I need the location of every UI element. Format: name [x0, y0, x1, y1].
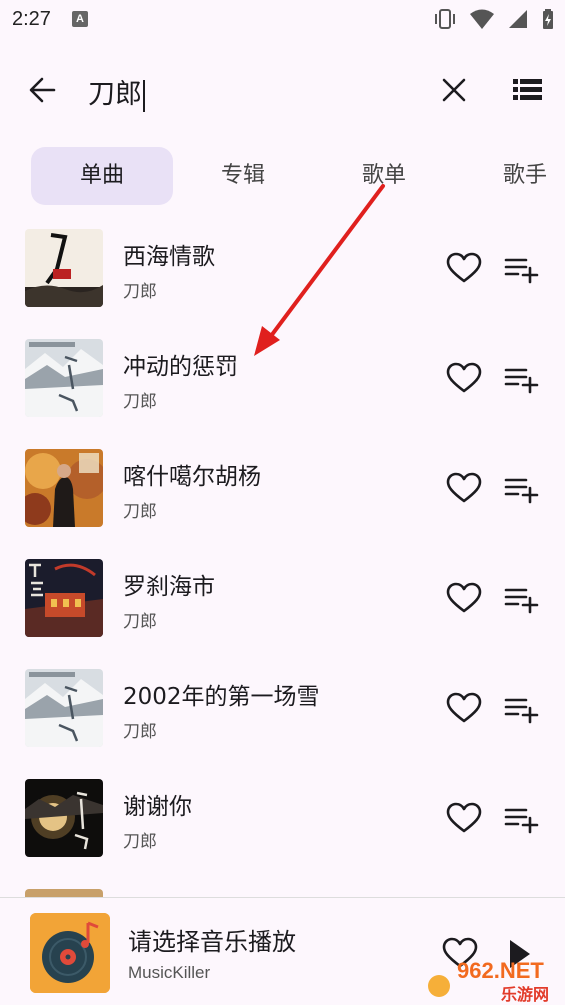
clear-button[interactable]	[432, 68, 476, 112]
add-to-playlist-button[interactable]	[500, 467, 544, 511]
playlist-add-icon	[504, 368, 539, 394]
watermark-logo: 962.NET 乐游网	[425, 950, 565, 1004]
album-cover	[25, 559, 103, 637]
playlist-add-icon	[504, 258, 539, 284]
album-cover	[25, 229, 103, 307]
tab-albums[interactable]: 专辑	[183, 147, 303, 205]
search-query: 刀郎	[88, 79, 142, 110]
favorite-button[interactable]	[442, 797, 486, 841]
arrow-left-icon	[29, 77, 56, 103]
playlist-add-icon	[504, 808, 539, 834]
song-title: 谢谢你	[123, 794, 192, 820]
vibrate-icon	[433, 8, 457, 30]
album-cover	[25, 339, 103, 417]
song-artist: 刀郎	[123, 612, 157, 632]
close-icon	[442, 78, 466, 102]
status-time: 2:27	[12, 8, 51, 30]
song-artist: 刀郎	[123, 722, 157, 742]
heart-icon	[446, 362, 482, 393]
tab-songs[interactable]: 单曲	[31, 147, 173, 205]
notification-icon: A	[72, 11, 88, 27]
player-cover-art	[30, 913, 110, 993]
album-cover	[25, 889, 103, 897]
heart-icon	[446, 802, 482, 833]
battery-icon	[541, 8, 555, 30]
watermark-line1: 962.NET	[457, 958, 544, 983]
list-view-button[interactable]	[506, 68, 550, 112]
player-subtitle: MusicKiller	[128, 963, 211, 982]
status-icons	[433, 8, 555, 30]
song-item-partial[interactable]	[0, 889, 565, 897]
wifi-icon	[469, 8, 495, 30]
song-title: 2002年的第一场雪	[123, 684, 320, 710]
song-item[interactable]: 罗刹海市 刀郎	[0, 559, 565, 669]
add-to-playlist-button[interactable]	[500, 687, 544, 731]
song-artist: 刀郎	[123, 392, 157, 412]
album-cover	[25, 669, 103, 747]
song-item[interactable]: 冲动的惩罚 刀郎	[0, 339, 565, 449]
playlist-add-icon	[504, 478, 539, 504]
player-title: 请选择音乐播放	[128, 928, 296, 956]
song-item[interactable]: 谢谢你 刀郎	[0, 779, 565, 889]
add-to-playlist-button[interactable]	[500, 797, 544, 841]
search-input[interactable]: 刀郎	[88, 72, 145, 112]
tab-playlists[interactable]: 歌单	[324, 147, 444, 205]
song-item[interactable]: 西海情歌 刀郎	[0, 229, 565, 339]
add-to-playlist-button[interactable]	[500, 247, 544, 291]
favorite-button[interactable]	[442, 357, 486, 401]
search-bar: 刀郎	[0, 48, 565, 128]
signal-icon	[507, 8, 529, 30]
favorite-button[interactable]	[442, 467, 486, 511]
album-cover	[25, 449, 103, 527]
favorite-button[interactable]	[442, 577, 486, 621]
song-artist: 刀郎	[123, 502, 157, 522]
watermark-line2: 乐游网	[501, 985, 549, 1004]
text-caret	[143, 79, 145, 112]
heart-icon	[446, 692, 482, 723]
song-title: 冲动的惩罚	[123, 354, 238, 380]
song-artist: 刀郎	[123, 282, 157, 302]
vinyl-record-icon	[30, 913, 110, 993]
heart-icon	[446, 472, 482, 503]
category-tabs: 单曲 专辑 歌单 歌手	[0, 147, 565, 205]
favorite-button[interactable]	[442, 687, 486, 731]
heart-icon	[446, 252, 482, 283]
song-title: 罗刹海市	[123, 574, 215, 600]
heart-icon	[446, 582, 482, 613]
back-button[interactable]	[20, 68, 64, 112]
status-bar: 2:27 A	[0, 0, 565, 40]
add-to-playlist-button[interactable]	[500, 577, 544, 621]
favorite-button[interactable]	[442, 247, 486, 291]
song-item[interactable]: 2002年的第一场雪 刀郎	[0, 669, 565, 779]
song-item[interactable]: 喀什噶尔胡杨 刀郎	[0, 449, 565, 559]
playlist-add-icon	[504, 588, 539, 614]
album-cover	[25, 779, 103, 857]
song-title: 西海情歌	[123, 244, 215, 270]
list-icon	[513, 79, 542, 100]
song-artist: 刀郎	[123, 832, 157, 852]
song-title: 喀什噶尔胡杨	[123, 464, 261, 490]
playlist-add-icon	[504, 698, 539, 724]
tab-artists[interactable]: 歌手	[470, 147, 565, 205]
add-to-playlist-button[interactable]	[500, 357, 544, 401]
